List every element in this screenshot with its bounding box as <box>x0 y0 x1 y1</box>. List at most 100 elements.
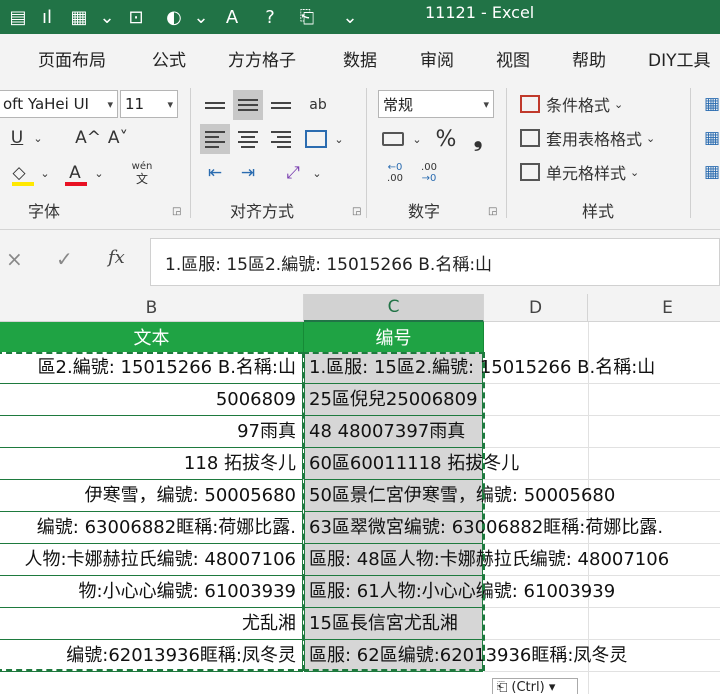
cell-c[interactable]: 60區60011118 拓拔冬儿 <box>304 448 519 480</box>
accounting-format-button[interactable] <box>378 124 408 154</box>
insert-cells-icon[interactable]: ▦ <box>704 92 720 116</box>
tab-help[interactable]: 帮助 <box>572 46 606 71</box>
cell-b[interactable]: 人物:卡娜赫拉氏编號: 48007106 <box>0 544 303 576</box>
align-top-button[interactable] <box>200 90 230 120</box>
align-center-button[interactable] <box>233 124 263 154</box>
tab-review[interactable]: 审阅 <box>420 46 454 71</box>
align-right-button[interactable] <box>266 124 296 154</box>
cell-b1[interactable]: 文本 <box>0 322 304 352</box>
align-bottom-button[interactable] <box>266 90 296 120</box>
table-icon[interactable]: ▦ <box>66 4 92 30</box>
cell-c[interactable]: 50區景仁宮伊寒雪，编號: 50005680 <box>304 480 615 512</box>
cell-c[interactable]: 1.區服: 15區2.編號: 15015266 B.名稱:山 <box>304 352 655 384</box>
merge-center-button[interactable] <box>302 124 330 154</box>
phonetic-guide-button[interactable]: wén 文 <box>126 158 158 188</box>
tab-fangfang[interactable]: 方方格子 <box>228 46 296 71</box>
cell-b[interactable]: 區2.編號: 15015266 B.名稱:山 <box>0 352 303 384</box>
gridline <box>484 671 720 672</box>
decrease-decimal-button[interactable]: .00 →0 <box>414 158 444 188</box>
tab-formulas[interactable]: 公式 <box>152 46 186 71</box>
tab-diy-tools[interactable]: DIY工具 <box>648 46 711 71</box>
chevron-down-icon[interactable]: ⌄ <box>310 158 324 188</box>
chevron-down-icon: ⌄ <box>614 97 624 111</box>
chevron-down-icon[interactable]: ⌄ <box>30 124 46 152</box>
underline-button[interactable]: U <box>4 124 30 152</box>
cell-b[interactable]: 97雨真 <box>0 416 303 448</box>
tab-view[interactable]: 视图 <box>496 46 530 71</box>
enter-icon[interactable]: ✓ <box>56 247 73 271</box>
increase-decimal-button[interactable]: ←0 .00 <box>380 158 410 188</box>
cell-c[interactable]: 63區翠微宮编號: 63006882眶稱:荷娜比露. <box>304 512 663 544</box>
cell-b[interactable]: 伊寒雪，编號: 50005680 <box>0 480 303 512</box>
chevron-down-icon[interactable]: ⌄ <box>92 158 106 188</box>
cell-b[interactable]: 物:小心心编號: 61003939 <box>0 576 303 608</box>
cell-b[interactable]: 编號: 63006882眶稱:荷娜比露. <box>0 512 303 544</box>
cell-c[interactable]: 25區倪兒25006809 <box>304 384 483 416</box>
shapes-icon[interactable]: ◐ <box>160 4 188 30</box>
cell-styles-label: 单元格样式 <box>546 164 627 183</box>
number-format-select[interactable]: 常规 ▾ <box>378 90 494 118</box>
cell-b[interactable]: 118 拓拔冬儿 <box>0 448 303 480</box>
camera-icon[interactable]: ⊡ <box>122 4 150 30</box>
chevron-down-icon[interactable]: ⌄ <box>192 4 210 30</box>
decrease-indent-button[interactable]: ⇤ <box>200 158 230 188</box>
increase-indent-button[interactable]: ⇥ <box>233 158 263 188</box>
column-header-c[interactable]: C <box>304 294 484 322</box>
cell-c[interactable]: 區服: 61人物:小心心编號: 61003939 <box>304 576 615 608</box>
tab-page-layout[interactable]: 页面布局 <box>38 46 106 71</box>
chevron-down-icon[interactable]: ⌄ <box>98 4 116 30</box>
insert-function-icon[interactable]: fx <box>108 247 125 268</box>
grow-font-button[interactable]: A^ <box>74 124 102 152</box>
align-left-button[interactable] <box>200 124 230 154</box>
number-dialog-launcher-icon[interactable]: ◲ <box>488 206 497 217</box>
cell-styles-button[interactable]: 单元格样式 ⌄ <box>520 158 639 186</box>
clipboard-icon[interactable]: ⎗ <box>294 4 320 30</box>
increase-decimal-label: .00 <box>387 173 403 184</box>
cell-c1[interactable]: 编号 <box>304 322 484 352</box>
formula-input[interactable]: 1.區服: 15區2.編號: 15015266 B.名稱:山 <box>150 238 720 286</box>
paste-options-button[interactable]: ⎗ (Ctrl) ▾ <box>492 678 578 694</box>
cell-c[interactable]: 區服: 48區人物:卡娜赫拉氏编號: 48007106 <box>304 544 669 576</box>
excel-window: ▤ ıl ▦ ⌄ ⊡ ◐ ⌄ A? ⎗ ⌄ 11121 - Excel 页面布局 公式 方方格子 … <box>0 0 720 694</box>
fill-color-button[interactable]: ◇ <box>4 158 35 188</box>
chevron-down-icon[interactable]: ⌄ <box>38 158 52 188</box>
cancel-icon[interactable]: × <box>6 247 23 271</box>
number-format-value: 常规 <box>383 95 414 114</box>
align-center-icon <box>238 130 258 148</box>
font-color-button[interactable]: A <box>60 158 90 188</box>
format-as-table-button[interactable]: 套用表格格式 ⌄ <box>520 124 655 152</box>
chevron-down-icon[interactable]: ⌄ <box>410 124 424 154</box>
cell-b[interactable]: 5006809 <box>0 384 303 416</box>
column-header-d[interactable]: D <box>484 294 588 322</box>
column-header-b[interactable]: B <box>0 294 304 322</box>
cell-b[interactable]: 编號:62013936眶稱:凤冬灵 <box>0 640 303 672</box>
cell-c[interactable]: 區服: 62區编號:62013936眶稱:凤冬灵 <box>304 640 627 672</box>
cell-b[interactable]: 尤乱湘 <box>0 608 303 640</box>
help-icon[interactable]: ? <box>256 4 284 30</box>
cell-c[interactable]: 48 48007397雨真 <box>304 416 483 448</box>
font-dialog-launcher-icon[interactable]: ◲ <box>172 206 181 217</box>
table-row: 5006809 25區倪兒25006809 <box>0 384 720 416</box>
shrink-font-button[interactable]: A˅ <box>104 124 132 152</box>
column-header-e[interactable]: E <box>588 294 720 322</box>
chevron-down-icon[interactable]: ⌄ <box>332 124 346 154</box>
chart-icon[interactable]: ıl <box>34 4 60 30</box>
tab-data[interactable]: 数据 <box>343 46 377 71</box>
delete-cells-icon[interactable]: ▦ <box>704 126 720 150</box>
align-middle-button[interactable] <box>233 90 263 120</box>
customize-icon[interactable]: ⌄ <box>340 4 360 30</box>
align-middle-icon <box>238 99 258 111</box>
percent-style-button[interactable]: % <box>432 124 460 154</box>
font-name-select[interactable]: oft YaHei UI ▾ <box>0 90 118 118</box>
comma-style-button[interactable]: ❟ <box>466 124 490 154</box>
save-icon[interactable]: ▤ <box>6 4 30 30</box>
wrap-text-button[interactable]: ab <box>303 90 333 120</box>
orientation-button[interactable]: ⤢ <box>278 158 308 188</box>
align-bottom-icon <box>271 101 291 109</box>
conditional-formatting-button[interactable]: 条件格式 ⌄ <box>520 90 623 118</box>
alignment-dialog-launcher-icon[interactable]: ◲ <box>352 206 361 217</box>
text-box-icon[interactable]: A <box>218 4 246 30</box>
format-cells-icon[interactable]: ▦ <box>704 160 720 184</box>
font-size-select[interactable]: 11 ▾ <box>120 90 178 118</box>
cell-c[interactable]: 15區長信宮尤乱湘 <box>304 608 483 640</box>
